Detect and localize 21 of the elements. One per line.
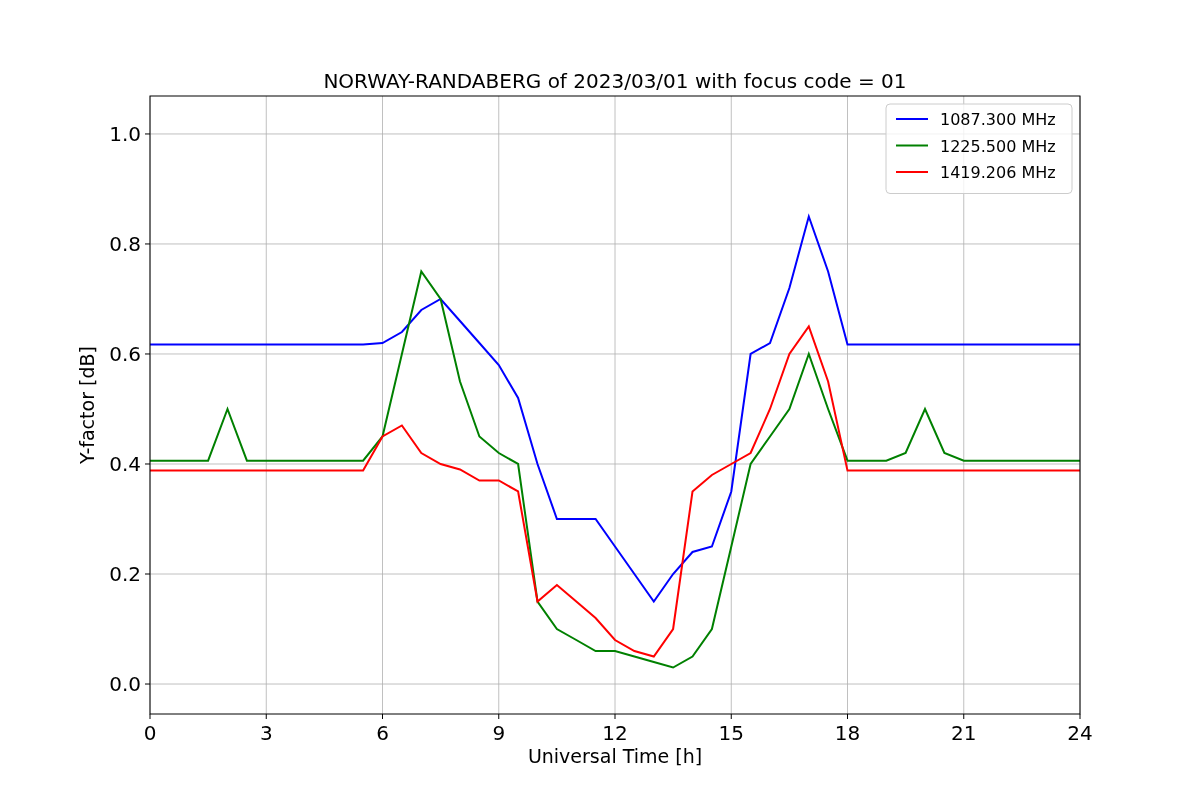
tick-label: 1.0 [109,121,141,146]
legend-label: 1087.300 MHz [940,110,1056,129]
tick-label: 0.6 [109,342,141,366]
tick-label: 3 [259,721,273,745]
legend-label: 1419.206 MHz [940,163,1056,182]
legend-label: 1225.500 MHz [940,136,1056,156]
axis-title: Y-factor [dB] [76,346,98,464]
tick-label: 21 [951,721,977,745]
tick-label: 9 [492,721,506,745]
tick-label: 24 [1067,721,1093,745]
tick-label: 12 [602,721,628,745]
tick-label: 0 [143,721,157,745]
tick-label: 0.2 [109,562,141,586]
tick-label: 0.8 [109,231,141,256]
tick-label: 15 [718,721,744,745]
chart-title: NORWAY-RANDABERG of 2023/03/01 with focus code = 01 [323,69,907,93]
tick-label: 6 [376,721,389,745]
axis-title: Universal Time [h] [527,745,703,767]
tick-label: 0.0 [109,672,141,696]
tick-label: 0.4 [109,452,141,476]
tick-label: 18 [834,721,861,745]
